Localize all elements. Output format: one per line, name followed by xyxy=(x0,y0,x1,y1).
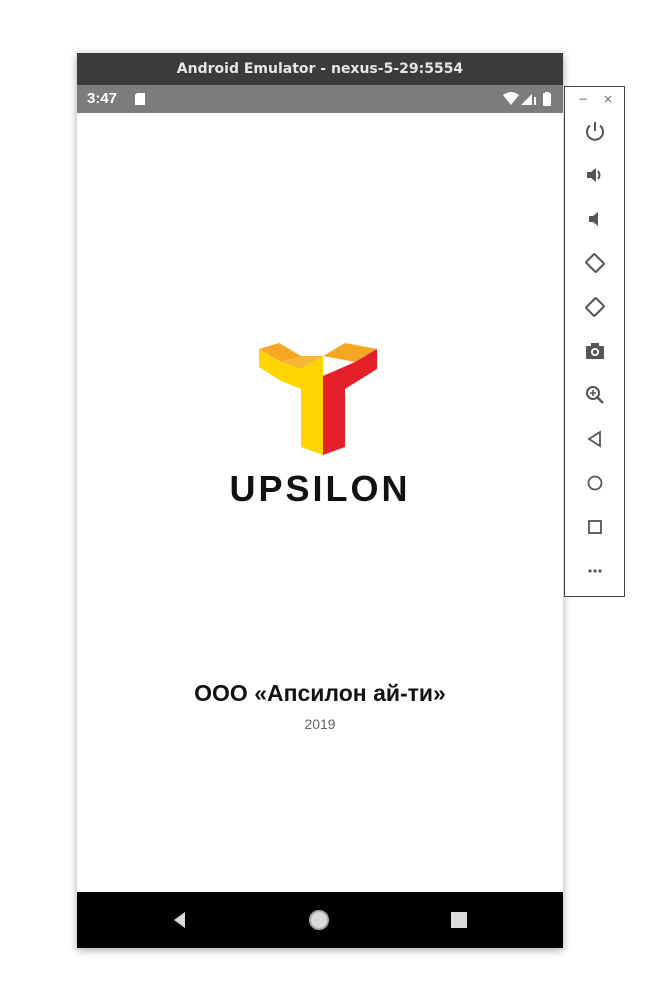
rotate-left-icon xyxy=(585,253,605,273)
camera-icon xyxy=(586,343,604,359)
app-screen: UPSILON ООО «Апсилон ай-ти» 2019 xyxy=(77,113,563,892)
desktop: Android Emulator - nexus-5-29:5554 3:47 xyxy=(0,0,655,993)
recents-icon[interactable] xyxy=(448,909,470,931)
android-nav-bar xyxy=(77,892,563,948)
window-title[interactable]: Android Emulator - nexus-5-29:5554 xyxy=(77,53,563,85)
upsilon-logo-mark: UPSILON xyxy=(229,343,410,509)
rotate-right-button[interactable] xyxy=(583,295,607,319)
status-icons xyxy=(503,92,551,106)
back-button[interactable] xyxy=(583,427,607,451)
rotate-right-icon xyxy=(585,297,605,317)
zoom-button[interactable] xyxy=(583,383,607,407)
zoom-icon xyxy=(586,386,604,404)
more-icon xyxy=(588,569,602,573)
back-icon xyxy=(587,430,601,448)
volume-up-icon xyxy=(587,168,601,182)
sd-card-icon xyxy=(135,93,145,105)
screenshot-button[interactable] xyxy=(583,339,607,363)
more-button[interactable] xyxy=(583,559,607,583)
home-button[interactable] xyxy=(583,471,607,495)
signal-icon xyxy=(521,94,536,105)
status-bar: 3:47 xyxy=(77,85,563,113)
home-icon xyxy=(587,475,603,491)
emulator-window: Android Emulator - nexus-5-29:5554 3:47 xyxy=(77,53,563,948)
company-year: 2019 xyxy=(304,716,336,732)
status-time: 3:47 xyxy=(87,90,118,107)
battery-icon xyxy=(543,92,551,106)
home-icon[interactable] xyxy=(308,909,330,931)
company-name: ООО «Апсилон ай-ти» xyxy=(194,680,446,706)
overview-button[interactable] xyxy=(583,515,607,539)
back-icon[interactable] xyxy=(169,909,191,931)
volume-up-button[interactable] xyxy=(583,163,607,187)
logo-text: UPSILON xyxy=(229,468,410,503)
power-button[interactable] xyxy=(583,119,607,143)
overview-icon xyxy=(588,520,602,534)
emulator-toolbar: − × xyxy=(564,86,625,597)
wifi-icon xyxy=(503,92,519,105)
volume-down-icon xyxy=(589,212,598,226)
rotate-left-button[interactable] xyxy=(583,251,607,275)
minimize-button[interactable]: − xyxy=(578,92,588,106)
volume-down-button[interactable] xyxy=(583,207,607,231)
power-icon xyxy=(586,122,604,141)
upsilon-logo: UPSILON xyxy=(227,343,417,509)
close-button[interactable]: × xyxy=(603,92,613,106)
